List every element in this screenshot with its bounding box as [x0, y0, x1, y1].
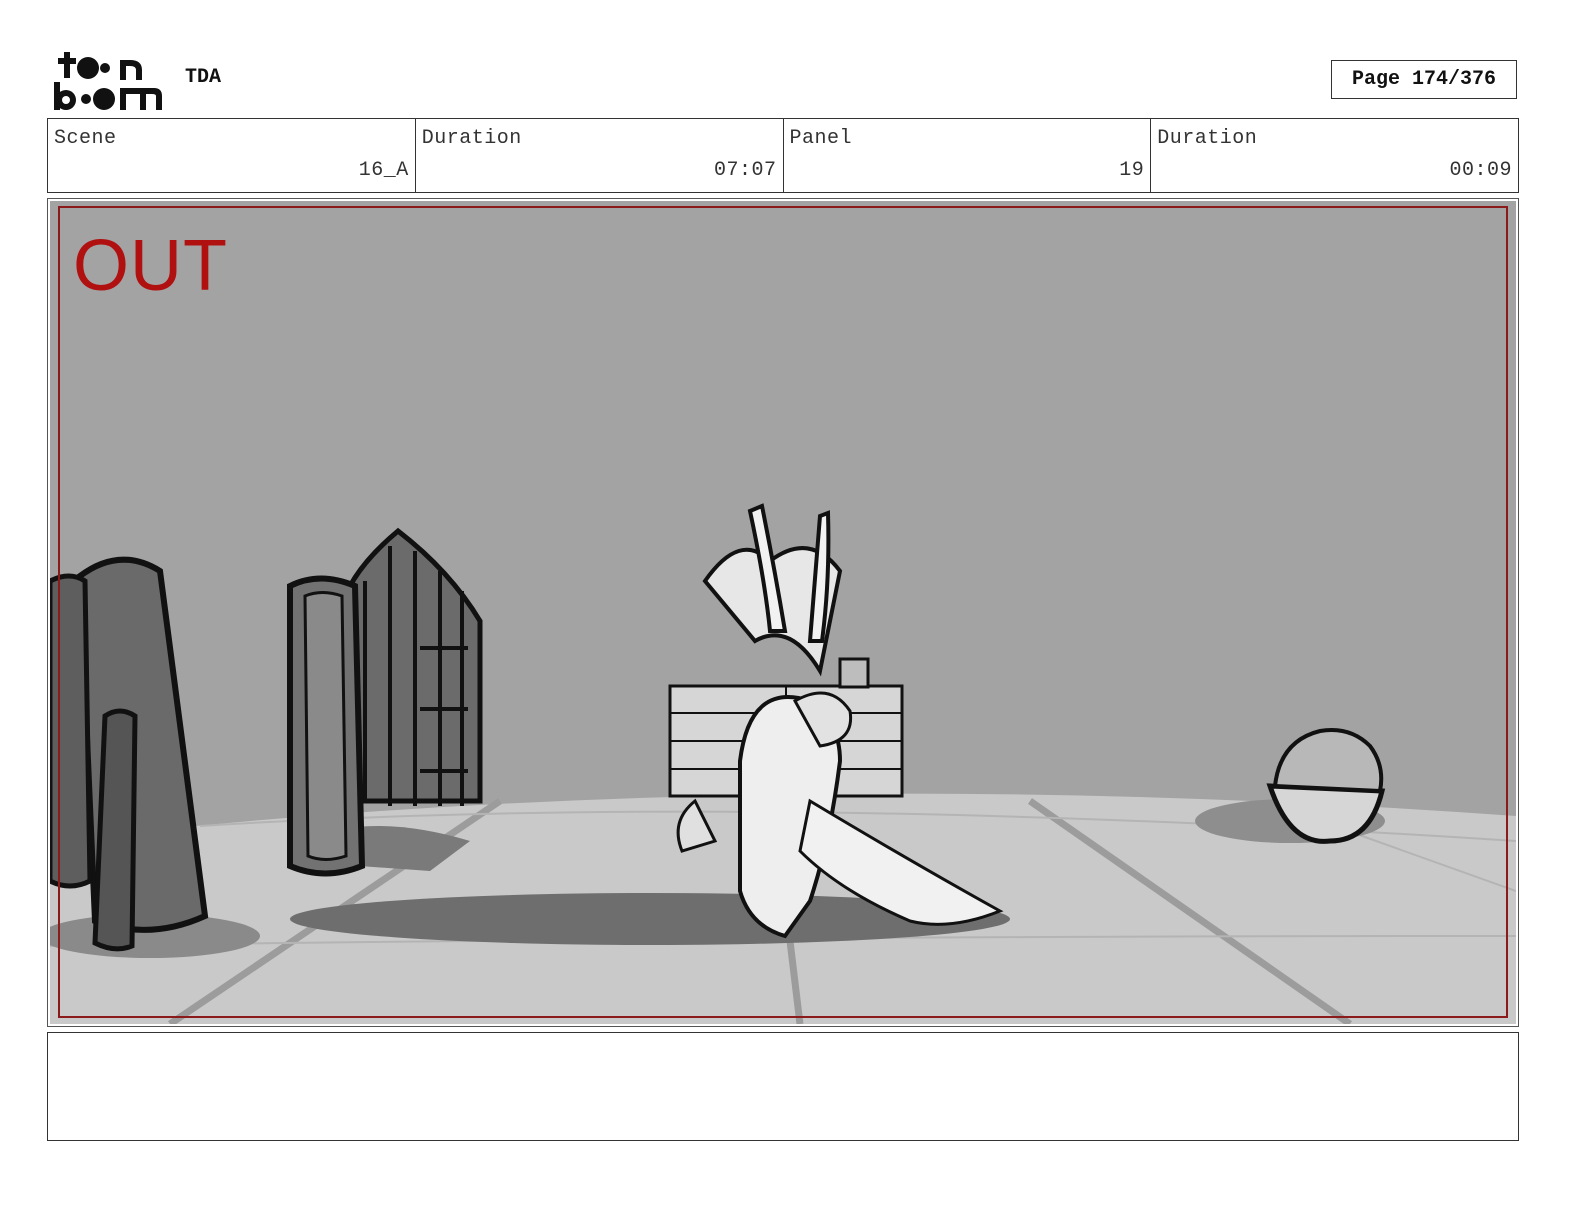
storyboard-sketch [50, 201, 1516, 1024]
out-label: OUT [73, 226, 228, 306]
scene-value: 16_A [358, 159, 409, 182]
scene-cell: Scene 16_A [48, 119, 416, 192]
page-number: Page 174/376 [1331, 60, 1517, 99]
panel-duration-value: 00:09 [1449, 159, 1512, 182]
scene-duration-cell: Duration 07:07 [416, 119, 784, 192]
panel-info-row: Scene 16_A Duration 07:07 Panel 19 Durat… [47, 118, 1519, 193]
scene-duration-label: Duration [421, 127, 522, 150]
scene-label: Scene [54, 127, 117, 150]
toon-boom-logo [50, 48, 168, 114]
panel-value: 19 [1119, 159, 1145, 182]
panel-duration-label: Duration [1157, 127, 1258, 150]
storyboard-panel: OUT [47, 198, 1519, 1027]
scene-duration-value: 07:07 [713, 159, 777, 182]
notes-box [47, 1032, 1519, 1141]
panel-cell: Panel 19 [784, 119, 1152, 192]
panel-duration-cell: Duration 00:09 [1151, 119, 1518, 192]
panel-label: Panel [789, 127, 853, 150]
project-title: TDA [185, 66, 222, 89]
